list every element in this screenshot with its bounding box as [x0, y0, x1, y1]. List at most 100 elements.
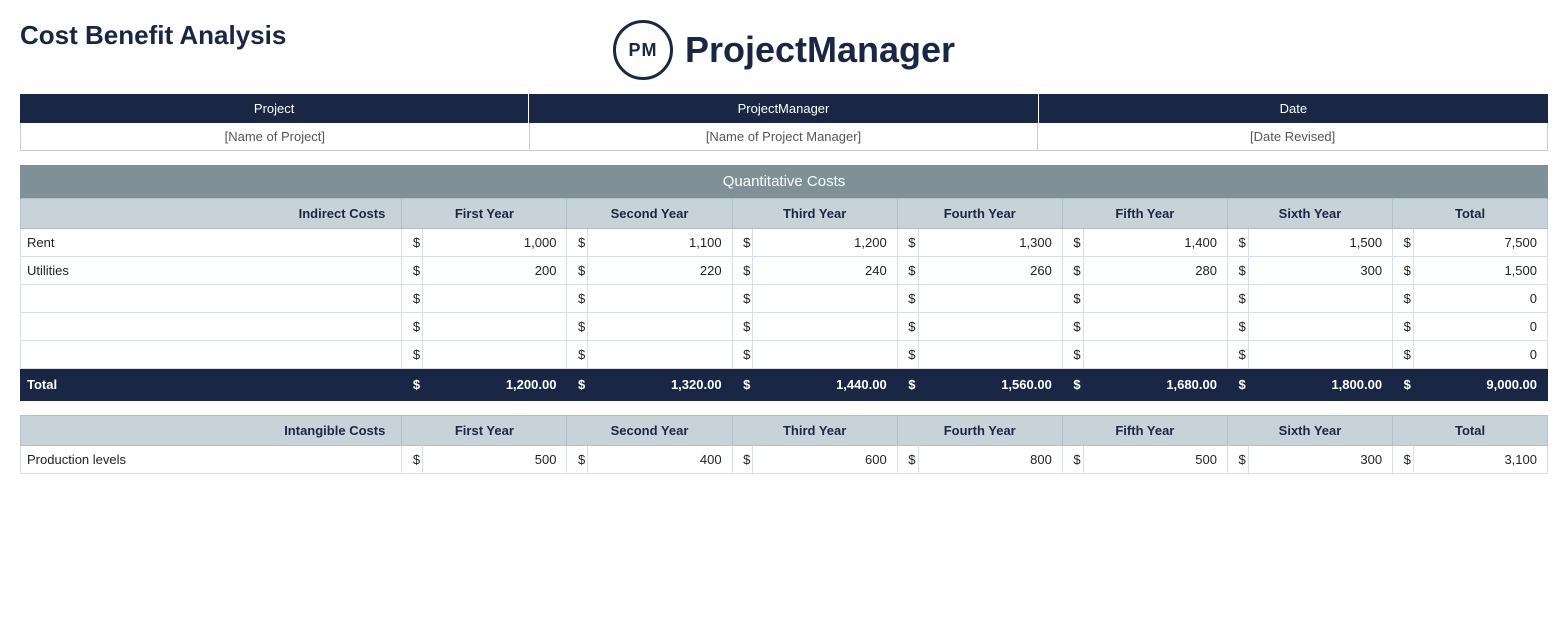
dollar-sign: $ — [897, 341, 918, 369]
value-cell: 500 — [1083, 446, 1227, 474]
th2-second-year: Second Year — [567, 416, 732, 446]
value-cell: 7,500 — [1413, 229, 1547, 257]
value-cell — [1248, 285, 1392, 313]
value-cell — [1083, 313, 1227, 341]
row-label: Rent — [21, 229, 402, 257]
logo-circle: PM — [613, 20, 673, 80]
page: Cost Benefit Analysis PM ProjectManager … — [0, 0, 1568, 626]
quantitative-costs-header: Quantitative Costs — [20, 165, 1548, 198]
dollar-sign: $ — [1227, 229, 1248, 257]
row-label — [21, 341, 402, 369]
value-cell: 1,200 — [753, 229, 897, 257]
th-second-year: Second Year — [567, 199, 732, 229]
total-value: 1,440.00 — [753, 369, 897, 401]
value-cell — [423, 313, 567, 341]
dollar-sign: $ — [897, 229, 918, 257]
value-cell: 0 — [1413, 341, 1547, 369]
info-bar: Project ProjectManager Date — [20, 94, 1548, 123]
dollar-sign: $ — [732, 446, 753, 474]
total-value: 1,800.00 — [1248, 369, 1392, 401]
dollar-sign: $ — [1393, 229, 1414, 257]
dollar-sign: $ — [567, 313, 588, 341]
th2-first-year: First Year — [402, 416, 567, 446]
th-fifth-year: Fifth Year — [1062, 199, 1227, 229]
table-row: $$$$$$$0 — [21, 313, 1548, 341]
th2-total: Total — [1393, 416, 1548, 446]
dollar-sign: $ — [897, 257, 918, 285]
total-dollar-sign: $ — [1227, 369, 1248, 401]
row-label — [21, 313, 402, 341]
row-label — [21, 285, 402, 313]
table-row: Rent$1,000$1,100$1,200$1,300$1,400$1,500… — [21, 229, 1548, 257]
total-dollar-sign: $ — [897, 369, 918, 401]
dollar-sign: $ — [1062, 446, 1083, 474]
total-row: Total$1,200.00$1,320.00$1,440.00$1,560.0… — [21, 369, 1548, 401]
value-cell: 1,400 — [1083, 229, 1227, 257]
value-cell: 1,500 — [1248, 229, 1392, 257]
info-bar-project-label: Project — [20, 94, 529, 123]
dollar-sign: $ — [732, 341, 753, 369]
value-cell: 0 — [1413, 285, 1547, 313]
total-dollar-sign: $ — [402, 369, 423, 401]
dollar-sign: $ — [567, 229, 588, 257]
dollar-sign: $ — [567, 285, 588, 313]
dollar-sign: $ — [402, 285, 423, 313]
total-value: 1,320.00 — [588, 369, 732, 401]
row-label: Production levels — [21, 446, 402, 474]
value-cell: 1,000 — [423, 229, 567, 257]
info-bar-pm-label: ProjectManager — [529, 94, 1038, 123]
dollar-sign: $ — [732, 229, 753, 257]
dollar-sign: $ — [897, 313, 918, 341]
value-cell — [753, 313, 897, 341]
logo-brand-text: ProjectManager — [685, 29, 955, 71]
total-dollar-sign: $ — [1062, 369, 1083, 401]
value-cell — [423, 285, 567, 313]
indirect-costs-header-row: Indirect Costs First Year Second Year Th… — [21, 199, 1548, 229]
value-cell: 300 — [1248, 446, 1392, 474]
logo-pm-text: PM — [628, 40, 657, 61]
th-indirect-costs: Indirect Costs — [21, 199, 402, 229]
dollar-sign: $ — [1062, 313, 1083, 341]
value-cell — [1248, 313, 1392, 341]
total-value: 1,200.00 — [423, 369, 567, 401]
info-values: [Name of Project] [Name of Project Manag… — [20, 123, 1548, 151]
dollar-sign: $ — [1062, 341, 1083, 369]
value-cell — [918, 341, 1062, 369]
value-cell — [588, 341, 732, 369]
dollar-sign: $ — [1062, 285, 1083, 313]
dollar-sign: $ — [732, 313, 753, 341]
intangible-costs-header-row: Intangible Costs First Year Second Year … — [21, 416, 1548, 446]
th2-sixth-year: Sixth Year — [1227, 416, 1392, 446]
th-first-year: First Year — [402, 199, 567, 229]
dollar-sign: $ — [1062, 229, 1083, 257]
table-row: $$$$$$$0 — [21, 341, 1548, 369]
dollar-sign: $ — [402, 313, 423, 341]
value-cell: 600 — [753, 446, 897, 474]
value-cell — [1248, 341, 1392, 369]
dollar-sign: $ — [1393, 313, 1414, 341]
th2-fourth-year: Fourth Year — [897, 416, 1062, 446]
table-row: Production levels$500$400$600$800$500$30… — [21, 446, 1548, 474]
page-title: Cost Benefit Analysis — [20, 20, 286, 51]
dollar-sign: $ — [1227, 257, 1248, 285]
th2-third-year: Third Year — [732, 416, 897, 446]
total-value: 1,680.00 — [1083, 369, 1227, 401]
dollar-sign: $ — [1393, 341, 1414, 369]
th2-fifth-year: Fifth Year — [1062, 416, 1227, 446]
dollar-sign: $ — [567, 257, 588, 285]
intangible-costs-header-table: Intangible Costs First Year Second Year … — [20, 415, 1548, 474]
info-project-value: [Name of Project] — [21, 123, 530, 150]
th-third-year: Third Year — [732, 199, 897, 229]
dollar-sign: $ — [732, 257, 753, 285]
dollar-sign: $ — [1393, 257, 1414, 285]
th-fourth-year: Fourth Year — [897, 199, 1062, 229]
total-dollar-sign: $ — [732, 369, 753, 401]
value-cell — [588, 285, 732, 313]
dollar-sign: $ — [402, 341, 423, 369]
dollar-sign: $ — [402, 446, 423, 474]
dollar-sign: $ — [1062, 257, 1083, 285]
dollar-sign: $ — [897, 285, 918, 313]
th-total: Total — [1393, 199, 1548, 229]
value-cell — [918, 313, 1062, 341]
th-intangible-costs: Intangible Costs — [21, 416, 402, 446]
